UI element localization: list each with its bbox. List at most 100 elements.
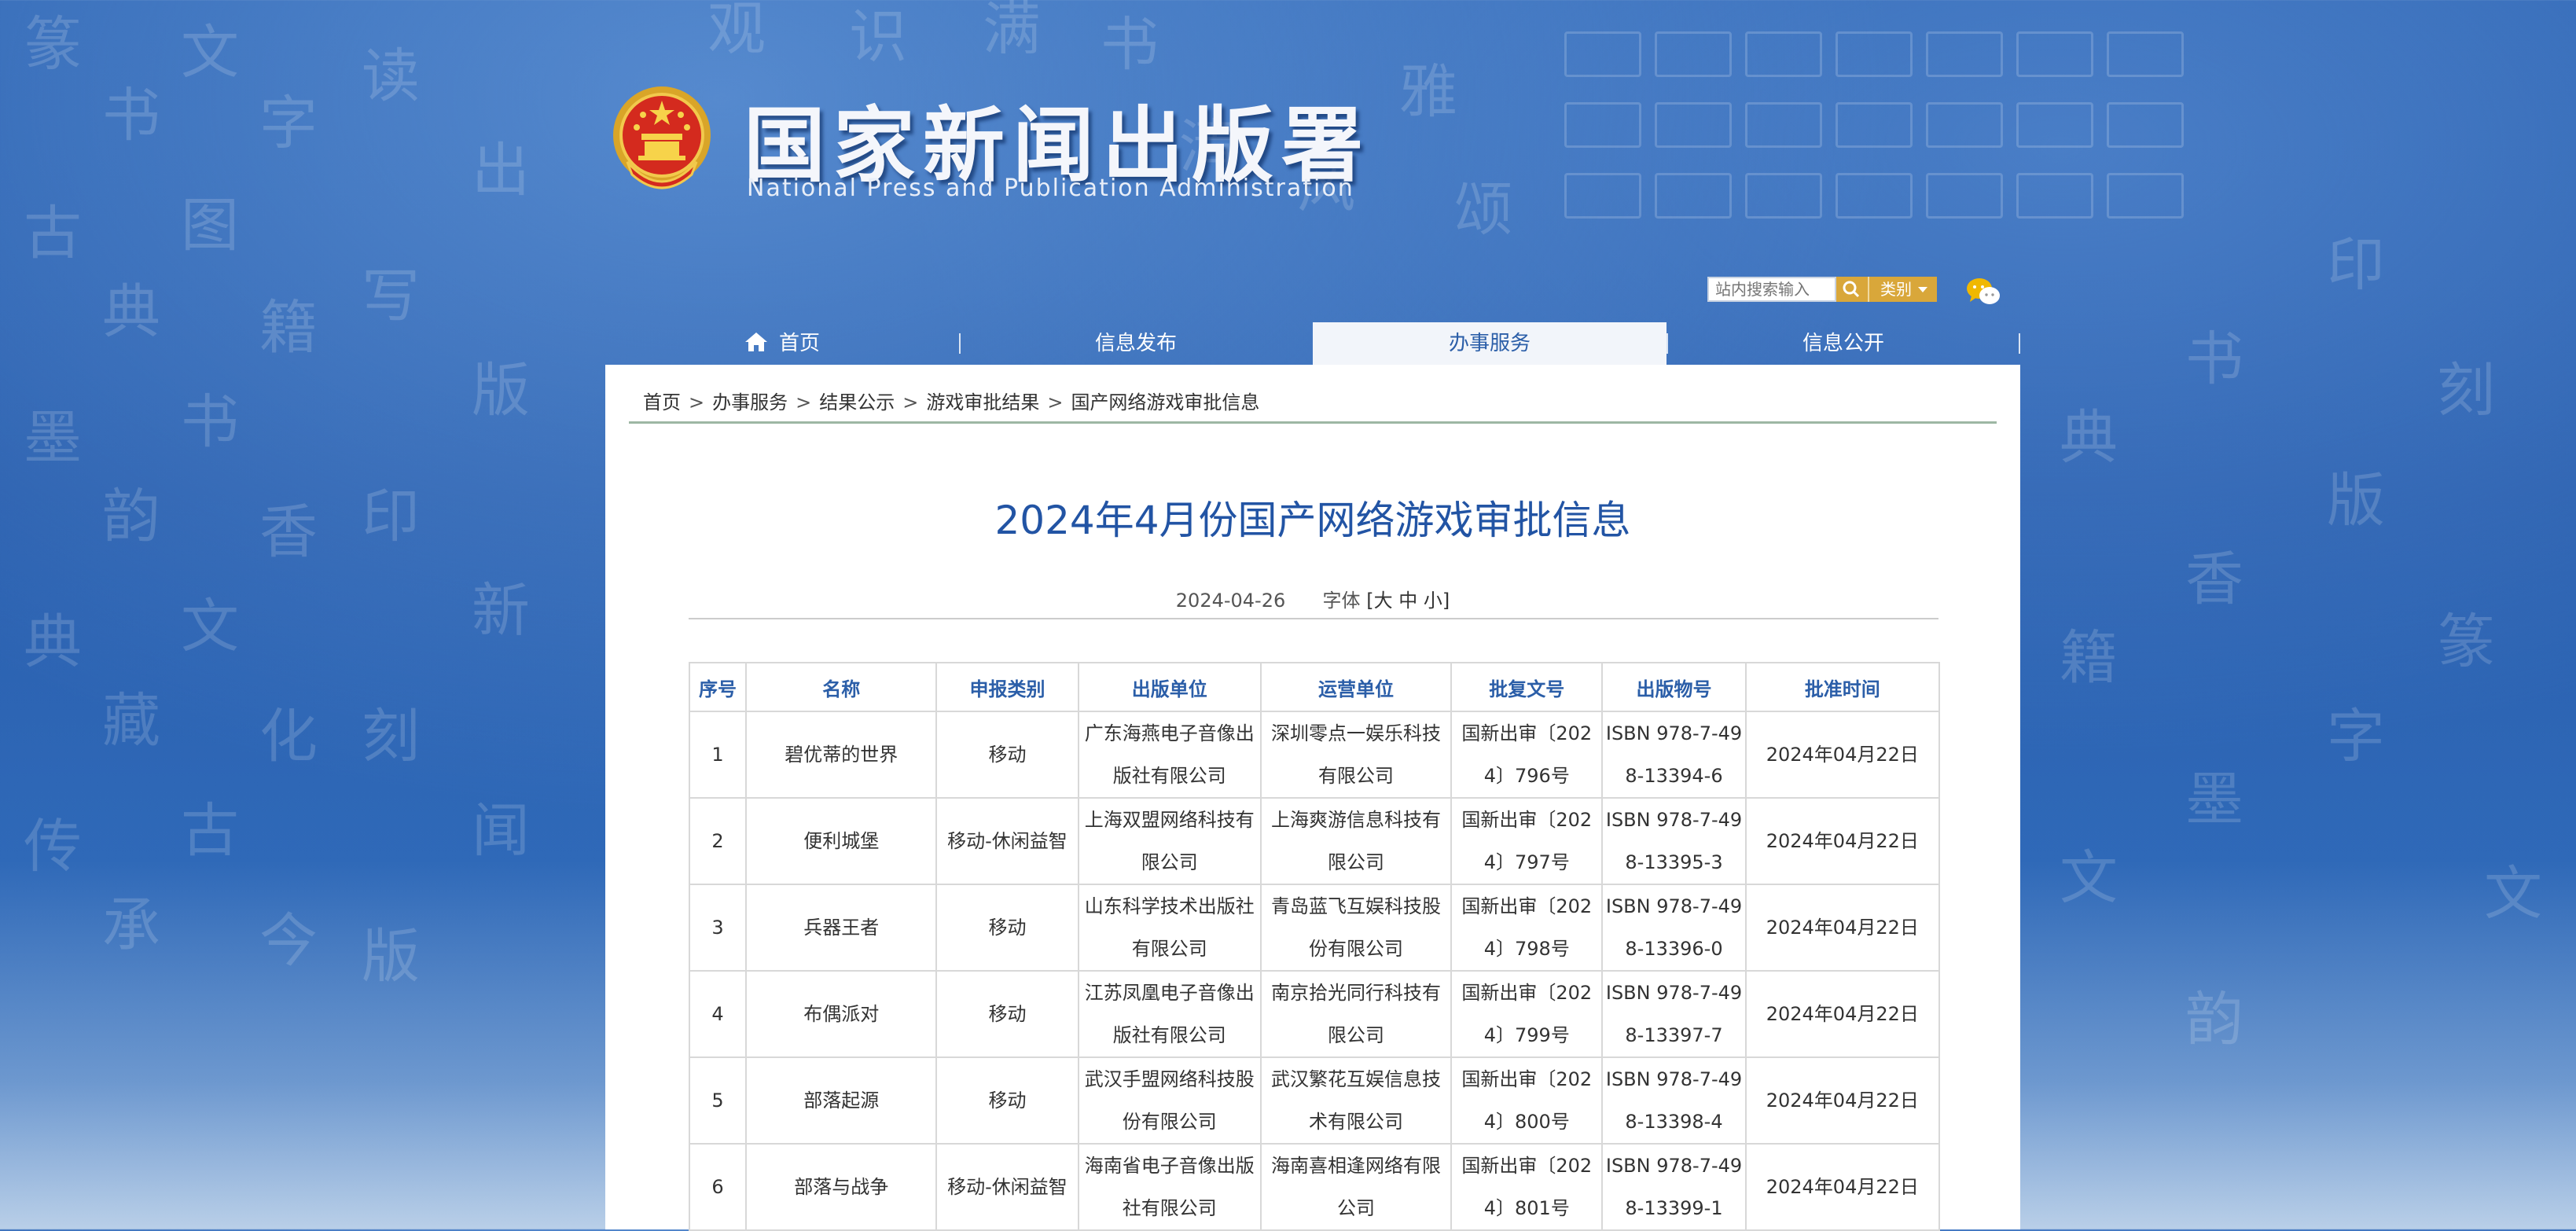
- breadcrumb: 首页 > 办事服务 > 结果公示 > 游戏审批结果 > 国产网络游戏审批信息: [643, 387, 1259, 414]
- nav-item-info-release[interactable]: 信息发布: [959, 322, 1313, 365]
- table-cell: 移动: [935, 1056, 1079, 1145]
- table-cell: 2024年04月22日: [1744, 1143, 1941, 1231]
- search-field[interactable]: [1707, 277, 1839, 302]
- breadcrumb-current[interactable]: 国产网络游戏审批信息: [1071, 391, 1259, 413]
- font-size-large[interactable]: 大: [1374, 590, 1393, 612]
- font-size-label: 字体: [1322, 590, 1361, 612]
- table-cell: 国新出审〔2024〕797号: [1450, 797, 1604, 885]
- table-row: 1 碧优蒂的世界 移动 广东海燕电子音像出版社有限公司 深圳零点一娱乐科技有限公…: [688, 711, 1941, 799]
- font-size-switcher: [大 中 小]: [1366, 590, 1450, 612]
- table-cell: 江苏凤凰电子音像出版社有限公司: [1077, 970, 1262, 1058]
- publish-date: 2024-04-26: [1175, 590, 1286, 612]
- breadcrumb-services[interactable]: 办事服务: [712, 391, 788, 413]
- table-cell: 2024年04月22日: [1744, 970, 1941, 1058]
- table-cell: 国新出审〔2024〕799号: [1450, 970, 1604, 1058]
- table-cell: 南京拾光同行科技有限公司: [1259, 970, 1453, 1058]
- table-cell: 碧优蒂的世界: [745, 711, 938, 799]
- approval-table: 序号 名称 申报类别 出版单位 运营单位 批复文号 出版物号 批准时间 1 碧优…: [688, 662, 1941, 1231]
- table-row: 5 部落起源 移动 武汉手盟网络科技股份有限公司 武汉繁花互娱信息技术有限公司 …: [688, 1056, 1941, 1145]
- table-cell: 4: [688, 970, 748, 1058]
- table-cell: 武汉手盟网络科技股份有限公司: [1077, 1056, 1262, 1145]
- table-cell: 上海爽游信息科技有限公司: [1259, 797, 1453, 885]
- column-header: 运营单位: [1259, 662, 1453, 712]
- breadcrumb-game-results[interactable]: 游戏审批结果: [926, 391, 1039, 413]
- table-cell: ISBN 978-7-498-13394-6: [1601, 711, 1747, 799]
- table-cell: 5: [688, 1056, 748, 1145]
- background-tile-pattern: [1564, 0, 2272, 259]
- breadcrumb-divider: [629, 421, 1997, 424]
- table-cell: 2024年04月22日: [1744, 797, 1941, 885]
- column-header: 名称: [745, 662, 938, 712]
- table-cell: 海南喜相逢网络有限公司: [1259, 1143, 1453, 1231]
- table-header-row: 序号 名称 申报类别 出版单位 运营单位 批复文号 出版物号 批准时间: [688, 662, 1941, 712]
- table-cell: 2: [688, 797, 748, 885]
- table-cell: 2024年04月22日: [1744, 711, 1941, 799]
- search-icon: [1843, 281, 1860, 298]
- column-header: 出版物号: [1601, 662, 1747, 712]
- column-header: 序号: [688, 662, 748, 712]
- search-button[interactable]: [1836, 277, 1868, 302]
- table-cell: ISBN 978-7-498-13395-3: [1601, 797, 1747, 885]
- table-cell: 移动-休闲益智: [935, 797, 1079, 885]
- table-cell: 布偶派对: [745, 970, 938, 1058]
- table-cell: ISBN 978-7-498-13399-1: [1601, 1143, 1747, 1231]
- breadcrumb-separator: >: [796, 391, 812, 413]
- breadcrumb-results[interactable]: 结果公示: [819, 391, 895, 413]
- table-cell: 海南省电子音像出版社有限公司: [1077, 1143, 1262, 1231]
- column-header: 出版单位: [1077, 662, 1262, 712]
- table-cell: 武汉繁花互娱信息技术有限公司: [1259, 1056, 1453, 1145]
- table-cell: 山东科学技术出版社有限公司: [1077, 884, 1262, 972]
- table-cell: 部落起源: [745, 1056, 938, 1145]
- breadcrumb-separator: >: [1047, 391, 1064, 413]
- table-cell: 3: [688, 884, 748, 972]
- table-cell: 国新出审〔2024〕796号: [1450, 711, 1604, 799]
- nav-label: 首页: [778, 332, 820, 355]
- table-row: 6 部落与战争 移动-休闲益智 海南省电子音像出版社有限公司 海南喜相逢网络有限…: [688, 1143, 1941, 1231]
- column-header: 批复文号: [1450, 662, 1604, 712]
- table-cell: 移动: [935, 711, 1079, 799]
- nav-item-home[interactable]: 首页: [605, 322, 959, 365]
- table-cell: 部落与战争: [745, 1143, 938, 1231]
- site-title-en[interactable]: National Press and Publication Administr…: [747, 175, 1354, 202]
- search-input[interactable]: [1709, 278, 1839, 300]
- table-cell: 移动: [935, 970, 1079, 1058]
- table-cell: 深圳零点一娱乐科技有限公司: [1259, 711, 1453, 799]
- table-cell: 1: [688, 711, 748, 799]
- table-cell: 兵器王者: [745, 884, 938, 972]
- home-icon: [744, 333, 767, 351]
- table-row: 3 兵器王者 移动 山东科学技术出版社有限公司 青岛蓝飞互娱科技股份有限公司 国…: [688, 884, 1941, 972]
- article-meta: 2024-04-26 字体 [大 中 小]: [605, 585, 2020, 612]
- table-cell: 国新出审〔2024〕801号: [1450, 1143, 1604, 1231]
- table-cell: 青岛蓝飞互娱科技股份有限公司: [1259, 884, 1453, 972]
- table-cell: 2024年04月22日: [1744, 1056, 1941, 1145]
- column-header: 批准时间: [1744, 662, 1941, 712]
- content-panel: 首页 > 办事服务 > 结果公示 > 游戏审批结果 > 国产网络游戏审批信息 2024年4月份国…: [605, 365, 2020, 1231]
- table-cell: 移动: [935, 884, 1079, 972]
- table-cell: 2024年04月22日: [1744, 884, 1941, 972]
- main-nav: 首页 信息发布 办事服务 信息公开: [605, 322, 2020, 366]
- table-cell: 便利城堡: [745, 797, 938, 885]
- table-cell: ISBN 978-7-498-13396-0: [1601, 884, 1747, 972]
- table-cell: ISBN 978-7-498-13398-4: [1601, 1056, 1747, 1145]
- nav-item-info-disclosure[interactable]: 信息公开: [1666, 322, 2020, 365]
- nav-item-services[interactable]: 办事服务: [1313, 322, 1666, 365]
- table-cell: 移动-休闲益智: [935, 1143, 1079, 1231]
- breadcrumb-separator: >: [902, 391, 919, 413]
- column-header: 申报类别: [935, 662, 1079, 712]
- table-cell: 6: [688, 1143, 748, 1231]
- breadcrumb-home[interactable]: 首页: [643, 391, 681, 413]
- wechat-icon[interactable]: [1965, 277, 2001, 307]
- table-cell: ISBN 978-7-498-13397-7: [1601, 970, 1747, 1058]
- breadcrumb-separator: >: [689, 391, 705, 413]
- category-dropdown[interactable]: 类别: [1868, 277, 1937, 302]
- table-cell: 上海双盟网络科技有限公司: [1077, 797, 1262, 885]
- table-row: 2 便利城堡 移动-休闲益智 上海双盟网络科技有限公司 上海爽游信息科技有限公司…: [688, 797, 1941, 885]
- font-size-small[interactable]: 小: [1424, 590, 1442, 612]
- table-cell: 国新出审〔2024〕800号: [1450, 1056, 1604, 1145]
- national-emblem-icon: [613, 86, 711, 189]
- table-cell: 国新出审〔2024〕798号: [1450, 884, 1604, 972]
- font-size-medium[interactable]: 中: [1398, 590, 1417, 612]
- nav-divider: [2019, 333, 2020, 354]
- table-cell: 广东海燕电子音像出版社有限公司: [1077, 711, 1262, 799]
- table-row: 4 布偶派对 移动 江苏凤凰电子音像出版社有限公司 南京拾光同行科技有限公司 国…: [688, 970, 1941, 1058]
